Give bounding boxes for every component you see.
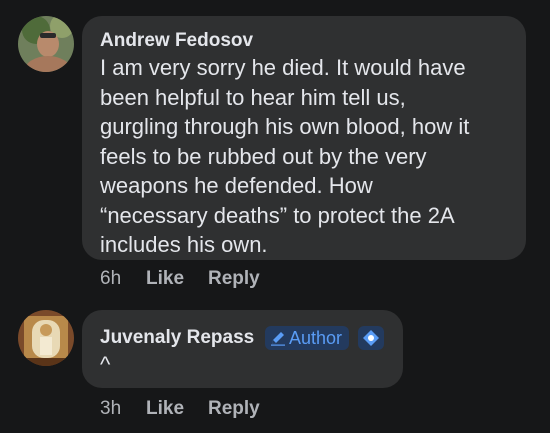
comment-text-line: I am very sorry he died. It would have: [100, 55, 466, 80]
like-button[interactable]: Like: [146, 398, 184, 420]
author-badge-label: Author: [289, 327, 343, 348]
avatar[interactable]: [18, 16, 74, 72]
comment-text-line: includes his own.: [100, 232, 268, 257]
comment-text-line: “necessary deaths” to protect the 2A: [100, 202, 455, 228]
reply-button[interactable]: Reply: [208, 398, 260, 420]
comment-text-line: ^: [100, 352, 111, 377]
user-photo-avatar-icon: [18, 16, 74, 72]
diamond-check-icon: [363, 330, 379, 346]
comment-author-name[interactable]: Andrew Fedosov: [100, 30, 253, 52]
comment-text: ^: [100, 350, 110, 380]
avatar[interactable]: [18, 310, 74, 366]
comment-timestamp[interactable]: 6h: [100, 268, 121, 290]
reply-button[interactable]: Reply: [208, 268, 260, 290]
icon-photo-avatar-icon: [18, 310, 74, 366]
comment-timestamp[interactable]: 3h: [100, 398, 121, 420]
verified-badge: [358, 326, 384, 350]
comment-text-line: weapons he defended. How: [100, 173, 373, 198]
comment-text-line: been helpful to hear him tell us,: [100, 84, 406, 110]
pencil-icon: [271, 332, 285, 346]
comment-author-name[interactable]: Juvenaly Repass: [100, 327, 254, 349]
comment-text-line: feels to be rubbed out by the very: [100, 143, 427, 169]
like-button[interactable]: Like: [146, 268, 184, 290]
comment-text: I am very sorry he died. It would have b…: [100, 53, 469, 260]
author-badge: Author: [265, 326, 350, 350]
comment-bubble[interactable]: [82, 310, 403, 388]
comment-text-line: gurgling through his own blood, how it: [100, 114, 470, 139]
